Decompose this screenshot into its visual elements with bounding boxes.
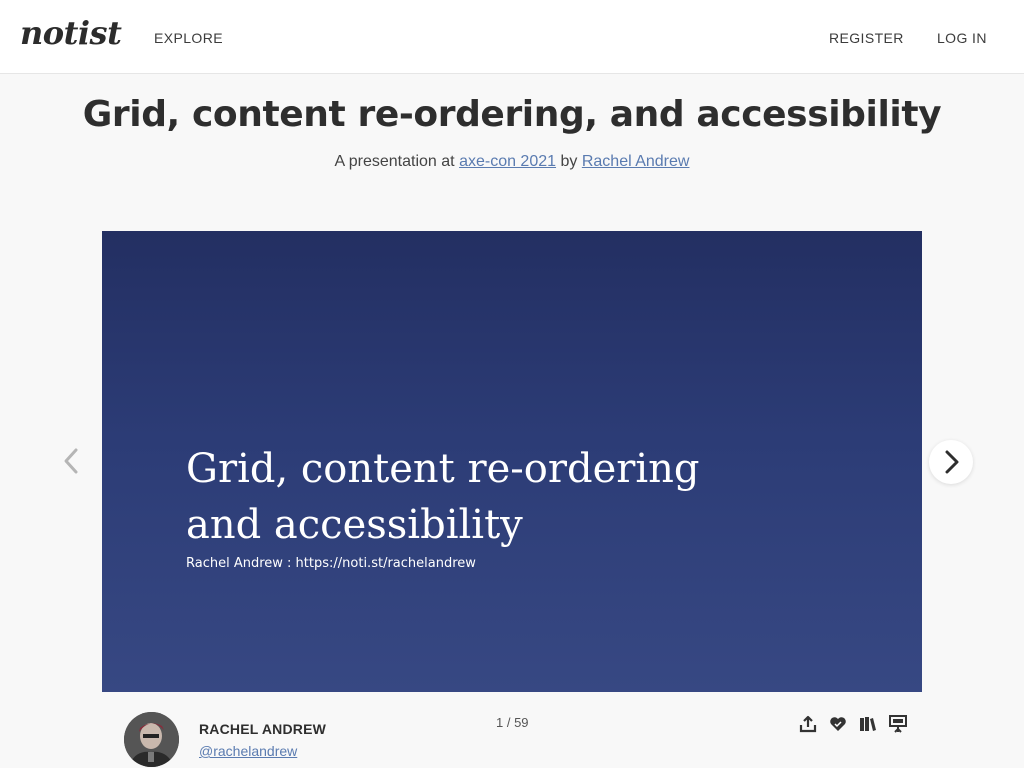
heart-icon [830,717,846,731]
resources-button[interactable] [858,714,878,734]
site-header: notist EXPLORE REGISTER LOG IN [0,0,1024,74]
book-icon [860,717,876,731]
chevron-left-icon [64,448,78,474]
presentation-icon [889,715,907,733]
slide-byline: Rachel Andrew : https://noti.st/rachelan… [186,556,476,571]
notist-logo[interactable]: notist [20,14,122,52]
slide-title-line1: Grid, content re-ordering [186,446,700,492]
avatar-image [124,712,179,767]
like-button[interactable] [828,714,848,734]
slide-viewer[interactable]: Grid, content re-ordering and accessibil… [102,231,922,692]
author-handle-link[interactable]: @rachelandrew [199,743,297,759]
next-slide-button[interactable] [929,440,973,484]
presentation-subtitle: A presentation at axe-con 2021 by Rachel… [0,153,1024,171]
presentation-title: Grid, content re-ordering, and accessibi… [82,94,942,135]
author-avatar[interactable] [124,712,179,767]
subtitle-prefix: A presentation at [334,153,455,170]
present-button[interactable] [888,714,908,734]
nav-login-link[interactable]: LOG IN [937,30,987,46]
nav-register-link[interactable]: REGISTER [829,30,904,46]
slide-page-counter: 1 / 59 [496,715,529,730]
share-icon [799,715,817,733]
previous-slide-button[interactable] [58,444,86,478]
author-name: RACHEL ANDREW [199,721,327,737]
speaker-link[interactable]: Rachel Andrew [582,153,690,170]
event-link[interactable]: axe-con 2021 [459,153,556,170]
chevron-right-icon [945,450,959,474]
slide-title-line2: and accessibility [186,502,523,548]
subtitle-by: by [560,153,578,170]
nav-explore-link[interactable]: EXPLORE [154,30,223,46]
slide-title: Grid, content re-ordering and accessibil… [186,441,826,553]
share-button[interactable] [798,714,818,734]
